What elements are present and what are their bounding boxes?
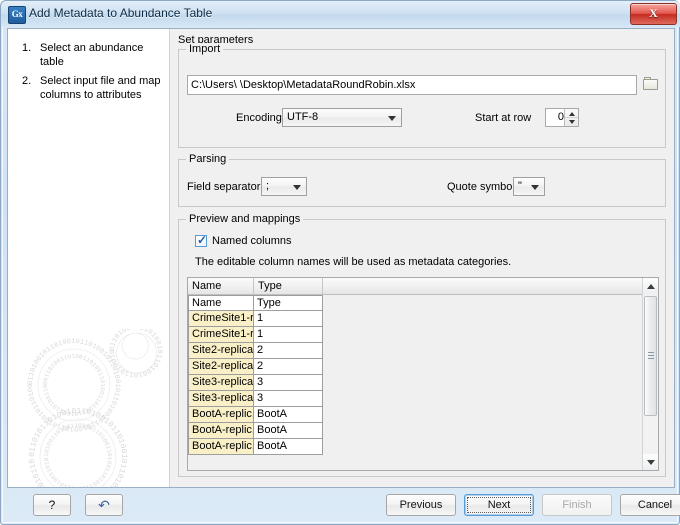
binary-spiral-watermark: 0110100101101001011010010110100101101001… [16, 329, 170, 487]
table-cell[interactable]: 1 [253, 311, 323, 327]
cancel-button[interactable]: Cancel [620, 494, 680, 516]
encoding-select[interactable]: UTF-8 [282, 108, 402, 127]
table-cell[interactable]: 3 [253, 375, 323, 391]
table-cell[interactable]: CrimeSite1-r... [188, 327, 254, 343]
reset-button[interactable]: ↶ [85, 494, 123, 516]
start-at-row-spin-buttons [564, 109, 578, 126]
preview-group-title: Preview and mappings [186, 213, 303, 225]
scrollbar-thumb[interactable] [644, 296, 657, 416]
wizard-steps-panel: 1. Select an abundance table 2. Select i… [8, 29, 170, 487]
named-columns-label: Named columns [212, 235, 291, 247]
title-bar: Gx Add Metadata to Abundance Table X [1, 1, 680, 27]
finish-button: Finish [542, 494, 612, 516]
wizard-step-1-number: 1. [22, 41, 38, 55]
start-at-row-stepper[interactable]: 0 [545, 108, 579, 127]
table-row[interactable]: BootA-replic...BootA [188, 407, 658, 423]
app-icon: Gx [8, 6, 26, 24]
table-cell[interactable]: BootA [253, 439, 323, 455]
wizard-step-1: 1. Select an abundance table [22, 41, 162, 69]
table-row[interactable]: Site2-replica...2 [188, 343, 658, 359]
dialog-content: 1. Select an abundance table 2. Select i… [7, 28, 675, 488]
table-vertical-scrollbar[interactable] [642, 278, 658, 470]
table-row[interactable]: Site3-replica...3 [188, 375, 658, 391]
table-cell[interactable]: BootA-replic... [188, 407, 254, 423]
preview-description: The editable column names will be used a… [195, 256, 511, 268]
parsing-group-title: Parsing [186, 153, 229, 165]
import-groupbox: Import C:\Users\ \Desktop\MetadataRoundR… [178, 49, 666, 148]
table-row[interactable]: CrimeSite1-r...1 [188, 327, 658, 343]
table-row[interactable]: Site2-replica...2 [188, 359, 658, 375]
svg-text:011010010110100101101001011010: 0110100101101001011010010110100101101001 [16, 329, 163, 378]
table-body: NameTypeCrimeSite1-r...1CrimeSite1-r...1… [188, 295, 658, 455]
help-button[interactable]: ? [33, 494, 71, 516]
dialog-window: Gx Add Metadata to Abundance Table X 1. … [0, 0, 680, 525]
preview-table: Name Type NameTypeCrimeSite1-r...1CrimeS… [187, 277, 659, 471]
quote-symbol-label: Quote symbol [447, 181, 515, 193]
encoding-label: Encoding [236, 112, 282, 124]
start-at-row-label: Start at row [475, 112, 531, 124]
svg-text:001101001101001101001101001101: 0011010011010011010011010011010011010011… [16, 329, 106, 417]
svg-text:101001101001101001101001101001: 1010011010011010011010011010011010011010… [16, 329, 113, 487]
named-columns-checkbox[interactable]: ✓ [195, 235, 207, 247]
next-button-label: Next [488, 499, 511, 511]
scrollbar-grip-icon [648, 352, 654, 360]
scroll-up-arrow-icon[interactable] [643, 278, 658, 294]
table-row[interactable]: CrimeSite1-r...1 [188, 311, 658, 327]
field-separator-label: Field separator [187, 181, 260, 193]
parsing-groupbox: Parsing Field separator ; Quote symbol " [178, 159, 666, 207]
quote-symbol-select[interactable]: " [513, 177, 545, 196]
wizard-step-2: 2. Select input file and map columns to … [22, 74, 162, 102]
previous-button[interactable]: Previous [386, 494, 456, 516]
table-cell[interactable]: 1 [253, 327, 323, 343]
table-header-row: Name Type [188, 278, 658, 295]
wizard-step-2-label: Select input file and map columns to att… [40, 74, 162, 102]
close-button[interactable]: X [630, 3, 677, 25]
table-cell[interactable]: Site2-replica... [188, 359, 254, 375]
table-cell[interactable]: CrimeSite1-r... [188, 311, 254, 327]
file-path-input[interactable]: C:\Users\ \Desktop\MetadataRoundRobin.xl… [187, 75, 637, 95]
folder-icon-body [643, 79, 658, 90]
table-row[interactable]: Site3-replica...3 [188, 391, 658, 407]
browse-folder-icon[interactable] [643, 77, 659, 92]
spinner-down-icon[interactable] [565, 117, 578, 127]
wizard-step-2-number: 2. [22, 74, 38, 88]
dialog-button-bar: ? ↶ Previous Next Finish Cancel [7, 490, 675, 520]
table-cell[interactable]: BootA [253, 407, 323, 423]
table-editable-header-row[interactable]: NameType [188, 295, 658, 311]
table-cell[interactable]: BootA-replic... [188, 439, 254, 455]
column-header-name[interactable]: Name [188, 278, 254, 294]
field-separator-select[interactable]: ; [261, 177, 307, 196]
table-cell[interactable]: Site3-replica... [188, 375, 254, 391]
table-cell[interactable]: BootA-replic... [188, 423, 254, 439]
preview-groupbox: Preview and mappings ✓ Named columns The… [178, 219, 666, 477]
column-header-type[interactable]: Type [254, 278, 323, 294]
table-cell[interactable]: 2 [253, 343, 323, 359]
table-row[interactable]: BootA-replic...BootA [188, 423, 658, 439]
wizard-step-1-label: Select an abundance table [40, 41, 162, 69]
table-cell[interactable]: 3 [253, 391, 323, 407]
checkbox-tick-icon: ✓ [197, 234, 207, 246]
import-group-title: Import [186, 43, 223, 55]
svg-text:011010010110100101101001011010: 0110100101101001011010010110100101101001… [16, 329, 121, 432]
table-row[interactable]: BootA-replic...BootA [188, 439, 658, 455]
table-cell[interactable]: 2 [253, 359, 323, 375]
table-cell[interactable]: Site2-replica... [188, 343, 254, 359]
next-button[interactable]: Next [464, 494, 534, 516]
table-cell[interactable]: Name [188, 295, 254, 311]
table-cell[interactable]: Site3-replica... [188, 391, 254, 407]
table-cell[interactable]: BootA [253, 423, 323, 439]
window-title: Add Metadata to Abundance Table [29, 6, 212, 20]
scroll-down-arrow-icon[interactable] [643, 454, 658, 470]
parameters-panel: Set parameters Import C:\Users\ \Desktop… [170, 29, 674, 487]
table-cell[interactable]: Type [253, 295, 323, 311]
svg-text:011010110100101101001011010010: 0110101101001011010010110100101101001011… [16, 329, 128, 487]
